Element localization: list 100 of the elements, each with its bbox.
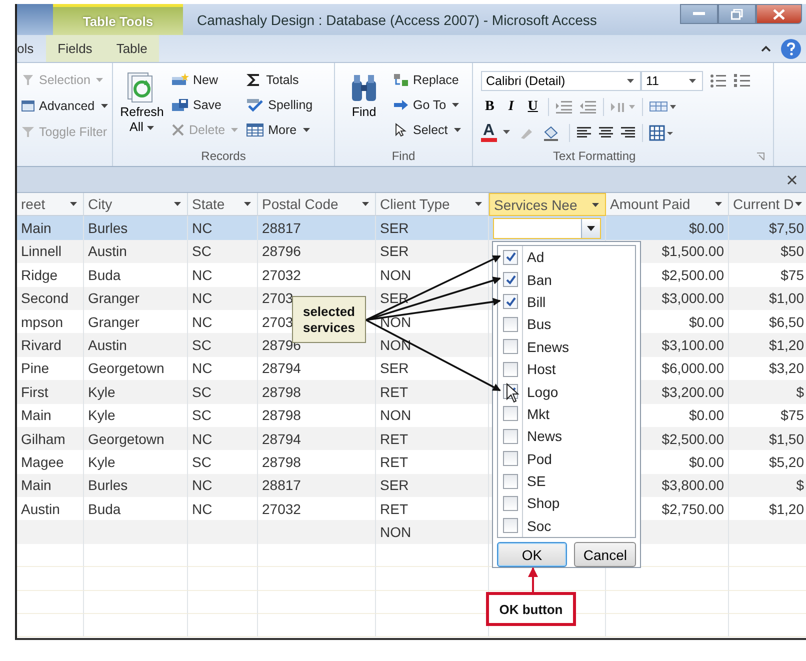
numbering-icon[interactable]	[733, 72, 751, 88]
table-cell: SC	[188, 333, 258, 357]
align-icon[interactable]	[598, 126, 614, 139]
table-cell: Pine	[17, 356, 84, 380]
option-label[interactable]: Pod	[527, 450, 552, 467]
dialog-button[interactable]: OK	[497, 542, 567, 568]
checkbox[interactable]	[503, 474, 518, 489]
grid-table-icon[interactable]	[648, 124, 675, 140]
ribbon-command[interactable]: Advanced	[21, 95, 108, 117]
minimize-button[interactable]	[680, 4, 718, 24]
column-header[interactable]: Client Type	[376, 193, 489, 216]
option-label[interactable]: News	[527, 428, 562, 444]
checkbox[interactable]	[503, 451, 518, 466]
sort-caret-icon[interactable]	[795, 202, 802, 206]
filter-lightning-icon	[21, 73, 35, 87]
option-label[interactable]: Mkt	[527, 406, 550, 422]
outdent-icon[interactable]	[578, 100, 597, 114]
dialog-button[interactable]: Cancel	[574, 542, 636, 568]
option-label[interactable]: Enews	[527, 338, 570, 355]
sort-caret-icon[interactable]	[362, 202, 369, 206]
table-icon	[246, 123, 264, 137]
option-label[interactable]: Logo	[527, 384, 558, 400]
ribbon-command[interactable]: Select	[393, 119, 461, 141]
close-tab-icon[interactable]	[787, 174, 797, 184]
ribbon-tab[interactable]: ols	[17, 35, 46, 62]
column-header[interactable]: City	[84, 193, 188, 216]
collapse-ribbon-icon[interactable]	[760, 44, 772, 52]
ribbon-large-command[interactable]: Find	[339, 69, 389, 146]
column-header[interactable]: Amount Paid	[606, 193, 729, 216]
sort-caret-icon[interactable]	[715, 202, 722, 206]
restore-icon	[731, 8, 743, 20]
checkbox[interactable]	[503, 339, 518, 354]
table-cell: First	[17, 380, 84, 404]
font-color-button[interactable]: A	[481, 123, 497, 142]
column-header[interactable]: Current D	[729, 193, 806, 216]
checkbox[interactable]	[503, 250, 518, 265]
option-label[interactable]: Bus	[527, 316, 552, 332]
replace-icon	[393, 73, 409, 87]
checkbox[interactable]	[503, 294, 518, 310]
gridlines-icon[interactable]	[648, 100, 677, 112]
sort-caret-icon[interactable]	[174, 202, 181, 206]
callout-label: OK button	[486, 592, 576, 626]
callout-note: selected services	[292, 296, 366, 343]
ribbon-command[interactable]: More	[246, 119, 313, 141]
align-icon[interactable]	[620, 126, 636, 139]
services-combo-field[interactable]	[493, 218, 601, 239]
option-label[interactable]: Soc	[527, 518, 552, 534]
restore-button[interactable]	[718, 4, 756, 24]
indent-icon[interactable]	[554, 100, 573, 114]
checkbox[interactable]	[503, 272, 518, 288]
option-label[interactable]: SE	[527, 473, 546, 490]
close-button[interactable]	[756, 4, 802, 24]
sort-caret-icon[interactable]	[475, 202, 482, 206]
checkbox[interactable]	[503, 428, 518, 444]
caret-icon	[502, 130, 511, 135]
ribbon-tab[interactable]: Table	[104, 35, 160, 62]
option-label[interactable]: Bill	[527, 294, 546, 310]
contextual-tab-group-title: Table Tools	[53, 4, 183, 35]
text-style-button[interactable]: U	[524, 98, 542, 114]
ribbon-large-command[interactable]: Refresh All	[117, 69, 167, 146]
checkbox[interactable]	[503, 518, 518, 534]
ribbon-command[interactable]: Spelling	[246, 94, 313, 116]
table-cell: RET	[376, 380, 489, 404]
checkbox[interactable]	[503, 406, 518, 422]
column-header[interactable]: State	[188, 193, 258, 216]
sort-caret-icon[interactable]	[592, 202, 599, 207]
text-style-button[interactable]: I	[504, 98, 518, 114]
sort-caret-icon[interactable]	[244, 202, 251, 206]
font-name-dropdown[interactable]: Calibri (Detail)	[481, 70, 641, 90]
table-cell: Linnell	[17, 240, 84, 264]
window-title: Camashaly Design : Database (Access 2007) - Microsoft Access	[196, 10, 598, 30]
table-cell: Kyle	[84, 404, 188, 427]
option-label[interactable]: Ad	[527, 249, 544, 266]
ribbon-command[interactable]: Replace	[393, 69, 461, 91]
column-header[interactable]: Postal Code	[258, 193, 376, 216]
checkbox[interactable]	[503, 362, 518, 377]
option-label[interactable]: Host	[527, 361, 556, 378]
help-icon[interactable]	[780, 38, 802, 60]
table-cell: Austin	[17, 497, 84, 520]
ribbon-tab[interactable]: Fields	[46, 35, 104, 62]
align-icon[interactable]	[576, 126, 592, 139]
sort-caret-icon[interactable]	[70, 202, 77, 206]
table-cell: NC	[188, 474, 258, 498]
option-label[interactable]: Shop	[527, 495, 560, 512]
column-title: City	[88, 196, 112, 212]
bullets-icon[interactable]	[709, 72, 727, 88]
ribbon-command[interactable]: New	[171, 69, 238, 91]
column-header[interactable]: reet	[17, 193, 84, 216]
column-header[interactable]: Services Nee	[489, 193, 606, 216]
text-style-button[interactable]: B	[481, 98, 498, 114]
ribbon-command[interactable]: Go To	[393, 94, 461, 116]
table-cell: RET	[376, 426, 489, 450]
checkbox[interactable]	[503, 316, 518, 332]
checkbox[interactable]	[503, 496, 518, 511]
option-label[interactable]: Ban	[527, 272, 552, 288]
table-cell: Main	[17, 216, 84, 240]
ribbon-command[interactable]: Totals	[246, 69, 313, 91]
table-cell: Burles	[84, 216, 188, 240]
font-size-dropdown[interactable]: 11	[641, 70, 703, 90]
ribbon-command[interactable]: Save	[171, 94, 238, 116]
